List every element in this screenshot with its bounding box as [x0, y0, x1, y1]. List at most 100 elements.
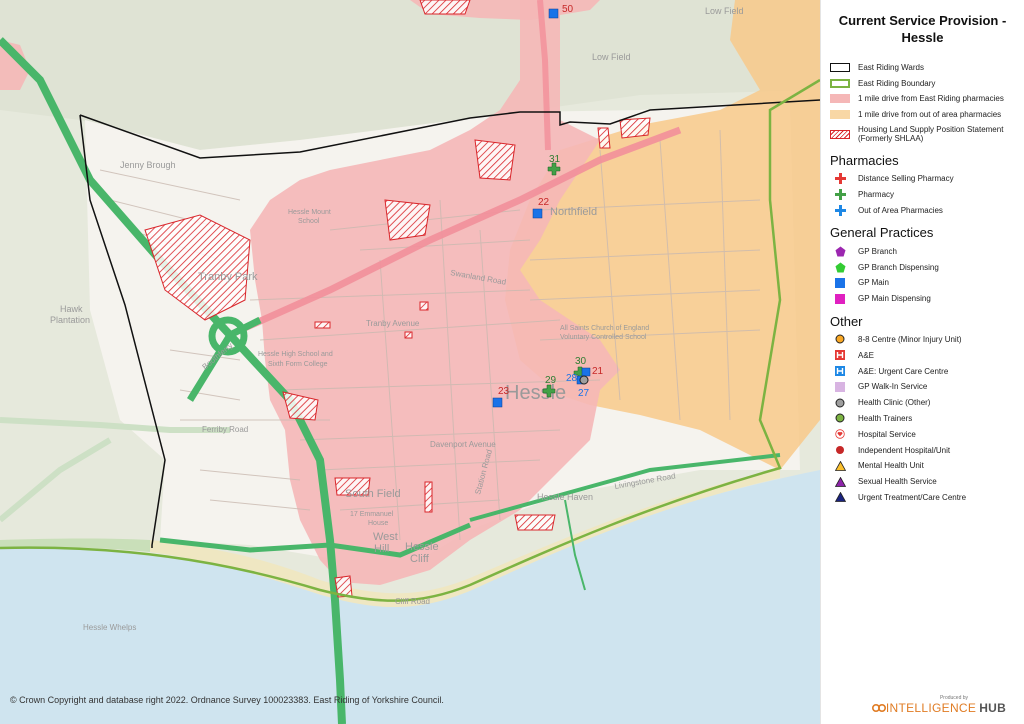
legend-label: 8-8 Centre (Minor Injury Unit): [858, 334, 962, 344]
label-south-field: South Field: [345, 488, 401, 500]
label-all-saints-1: All Saints Church of England: [560, 325, 649, 332]
label-tranby-park: Tranby Park: [198, 271, 258, 283]
outline-green-swatch: [830, 78, 850, 88]
legend-item-ae: A&E: [821, 347, 1024, 363]
legend-item-pharmacy: Pharmacy: [821, 187, 1024, 203]
legend-item-out-of-area: Out of Area Pharmacies: [821, 203, 1024, 219]
legend-item-sexual-health: Sexual Health Service: [821, 474, 1024, 490]
site-number: 31: [549, 154, 561, 165]
label-high-school-1: Hessle High School and: [258, 351, 333, 358]
legend-label: East Riding Wards: [858, 63, 924, 73]
orange-circle-icon: [834, 333, 846, 345]
legend-label: Pharmacy: [858, 190, 895, 200]
label-low-field: Low Field: [592, 52, 631, 62]
label-hill: Hill: [374, 543, 389, 555]
label-northfield: Northfield: [550, 206, 597, 218]
logo-text-hub: HUB: [979, 701, 1007, 715]
legend-label: Urgent Treatment/Care Centre: [858, 492, 967, 502]
site-number: 21: [592, 366, 604, 377]
gp-main-marker: [548, 8, 559, 19]
blue-hospital-h-icon: [834, 365, 846, 377]
legend-label: GP Branch Dispensing: [858, 262, 939, 272]
legend-label: Out of Area Pharmacies: [858, 205, 943, 215]
map-title: Current Service Provision - Hessle: [821, 12, 1024, 46]
legend-label: Health Trainers: [858, 413, 913, 423]
legend-item-health-trainers: Health Trainers: [821, 411, 1024, 427]
label-ferriby-road: Ferriby Road: [202, 425, 248, 434]
legend-item-independent-hospital: Independent Hospital/Unit: [821, 442, 1024, 458]
pharmacies-heading: Pharmacies: [830, 153, 899, 168]
red-hospital-h-icon: [834, 349, 846, 361]
intelligence-hub-logo: Produced by INTELLIGENCE HUB: [859, 695, 1019, 715]
label-low-field-ne: Low Field: [705, 6, 744, 16]
legend-label: Independent Hospital/Unit: [858, 445, 951, 455]
legend-item-orange-zone: 1 mile drive from out of area pharmacies: [821, 107, 1024, 123]
heart-circle-icon: [834, 428, 846, 440]
legend-label: Health Clinic (Other): [858, 398, 931, 408]
legend-item-8-8-centre: 8-8 Centre (Minor Injury Unit): [821, 332, 1024, 348]
legend-item-ae-urgent-care: A&E: Urgent Care Centre: [821, 363, 1024, 379]
map-area[interactable]: Hessle Northfield Tranby Park Jenny Brou…: [0, 0, 820, 724]
label-cliff-road: Cliff Road: [395, 597, 430, 606]
label-davenport-avenue: Davenport Avenue: [430, 440, 496, 449]
legend-label: GP Main Dispensing: [858, 294, 931, 304]
label-emmanuel-2: House: [368, 520, 388, 527]
legend-item-hospital-service: Hospital Service: [821, 426, 1024, 442]
legend-item-pink-zone: 1 mile drive from East Riding pharmacies: [821, 91, 1024, 107]
legend-item-gp-branch-dispensing: GP Branch Dispensing: [821, 259, 1024, 275]
legend-label: A&E: [858, 350, 875, 360]
gp-main-marker: [492, 397, 503, 408]
label-hessle-cliff-2: Cliff: [410, 553, 430, 565]
green-pentagon-icon: [834, 261, 846, 273]
title-line-2: Hessle: [901, 30, 944, 45]
yellow-triangle-icon: [834, 460, 846, 472]
legend-item-gp-main: GP Main: [821, 275, 1024, 291]
blue-square-icon: [834, 277, 846, 289]
legend-label: Housing Land Supply Position Statement (…: [858, 125, 1004, 143]
label-mount-school-2: School: [298, 218, 320, 225]
label-west: West: [373, 531, 398, 543]
red-cross-icon: [834, 173, 846, 185]
legend-label: GP Main: [858, 278, 889, 288]
site-27[interactable]: 27: [578, 375, 590, 399]
legend-label: Sexual Health Service: [858, 477, 937, 487]
legend-label: East Riding Boundary: [858, 78, 936, 88]
map-canvas: Hessle Northfield Tranby Park Jenny Brou…: [0, 0, 820, 724]
legend-item-er-boundary: East Riding Boundary: [821, 76, 1024, 92]
title-line-1: Current Service Provision -: [838, 13, 1007, 28]
label-jenny-brough: Jenny Brough: [120, 160, 176, 170]
legend-areas: East Riding Wards East Riding Boundary 1…: [821, 60, 1024, 146]
legend-item-urgent-treatment: Urgent Treatment/Care Centre: [821, 490, 1024, 506]
site-number: 50: [562, 4, 574, 15]
label-hessle: Hessle: [505, 382, 566, 404]
label-hessle-haven: Hessle Haven: [537, 492, 593, 502]
site-number: 27: [578, 388, 590, 399]
other-heading: Other: [830, 313, 863, 329]
site-number: 23: [498, 386, 510, 397]
logo-text-intelligence: INTELLIGENCE: [885, 701, 977, 715]
site-number: 22: [538, 197, 550, 208]
legend-label: GP Walk-In Service: [858, 382, 928, 392]
lilac-square-icon: [834, 381, 846, 393]
logo-mark-icon: [871, 704, 886, 712]
label-plantation: Plantation: [50, 315, 90, 325]
legend-label: Mental Health Unit: [858, 461, 924, 471]
orange-swatch: [830, 109, 850, 119]
copyright-notice: © Crown Copyright and database right 202…: [10, 695, 444, 705]
magenta-square-icon: [834, 293, 846, 305]
purple-pentagon-icon: [834, 245, 846, 257]
legend-label: Hospital Service: [858, 429, 916, 439]
olive-circle-icon: [834, 412, 846, 424]
gp-main-marker: [581, 367, 591, 377]
legend-label: 1 mile drive from out of area pharmacies: [858, 109, 1002, 119]
gp-main-marker: [532, 208, 543, 219]
label-mount-school-1: Hessle Mount: [288, 209, 331, 216]
purple-triangle-icon: [834, 476, 846, 488]
hatch-swatch: [830, 129, 850, 139]
pink-swatch: [830, 94, 850, 104]
outline-black-swatch: [830, 63, 850, 73]
site-number: 29: [545, 375, 557, 386]
label-hawk: Hawk: [60, 304, 83, 314]
label-hessle-cliff-1: Hessle: [405, 541, 439, 553]
legend-label: A&E: Urgent Care Centre: [858, 366, 949, 376]
